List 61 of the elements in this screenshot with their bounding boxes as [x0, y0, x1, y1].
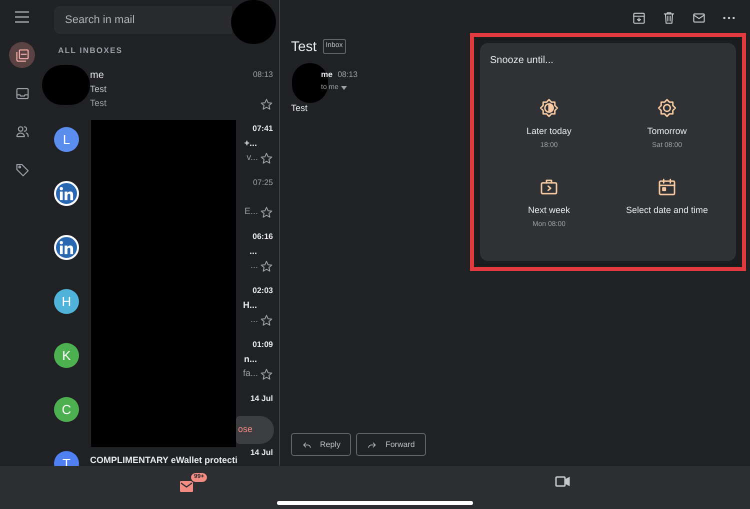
- email-time: 07:41: [252, 123, 273, 135]
- archive-icon: [632, 11, 646, 25]
- email-snippet: v...: [246, 151, 258, 164]
- email-time: 14 Jul: [250, 447, 273, 459]
- reply-button[interactable]: Reply: [291, 433, 352, 456]
- half-sun-icon: [539, 98, 559, 118]
- people-icon: [14, 124, 30, 138]
- caret-icon: [340, 86, 347, 90]
- snooze-option[interactable]: Select date and time: [608, 177, 726, 230]
- email-subject: ...: [249, 244, 257, 258]
- email-time: 08:13: [252, 69, 273, 81]
- email-snippet: ...: [250, 259, 258, 272]
- sender-name: me: [321, 69, 333, 81]
- email-time: 01:09: [252, 339, 273, 351]
- message-body: Test: [291, 102, 308, 115]
- email-snippet: Test: [90, 97, 107, 110]
- email-time: 02:03: [252, 285, 273, 297]
- search-field[interactable]: Search in mail: [54, 6, 232, 34]
- email-time: 06:16: [252, 231, 273, 243]
- star-icon[interactable]: [260, 206, 273, 218]
- email-subject: n...: [244, 352, 257, 366]
- inbox-icon: [14, 86, 30, 100]
- forward-icon: [367, 440, 378, 450]
- compose-button[interactable]: ose: [236, 416, 274, 444]
- briefcase-icon: [539, 177, 559, 197]
- message-subject: Test: [291, 37, 317, 56]
- menu-icon: [15, 11, 29, 23]
- message-time: 08:13: [338, 69, 358, 81]
- sender-name: me: [90, 68, 105, 82]
- calendar-icon: [657, 177, 677, 197]
- nav-rail-item[interactable]: [9, 42, 35, 68]
- email-time: 14 Jul: [250, 393, 273, 405]
- email-snippet: fa...: [242, 367, 258, 380]
- email-subject: Test: [90, 82, 107, 96]
- trash-icon: [662, 11, 676, 25]
- section-heading: ALL INBOXES: [57, 45, 124, 57]
- mail-icon: [692, 11, 706, 25]
- sun-icon: [657, 98, 677, 118]
- avatar: L: [54, 127, 79, 152]
- avatar: K: [54, 343, 79, 368]
- mail-icon: [180, 481, 193, 492]
- video-camera-icon: [555, 475, 570, 488]
- video-tab[interactable]: [555, 475, 570, 488]
- tag-icon: [14, 162, 30, 176]
- star-icon[interactable]: [260, 152, 273, 164]
- email-subject: COMPLIMENTARY eWallet protecti: [90, 454, 238, 468]
- star-icon[interactable]: [260, 260, 273, 272]
- star-icon[interactable]: [260, 368, 273, 380]
- stacked-pages-icon: [14, 48, 30, 62]
- star-icon[interactable]: [260, 314, 273, 326]
- reply-icon: [302, 440, 312, 450]
- avatar: H: [54, 289, 79, 314]
- star-icon[interactable]: [260, 98, 273, 110]
- menu-title: Snooze until...: [490, 54, 554, 68]
- email-snippet: ...: [250, 313, 258, 326]
- email-time: 07:25: [252, 177, 273, 189]
- email-subject: +...: [244, 136, 257, 150]
- forward-button[interactable]: Forward: [356, 433, 426, 456]
- avatar: C: [54, 397, 79, 422]
- email-subject: H...: [242, 298, 257, 312]
- email-snippet: E...: [244, 205, 258, 218]
